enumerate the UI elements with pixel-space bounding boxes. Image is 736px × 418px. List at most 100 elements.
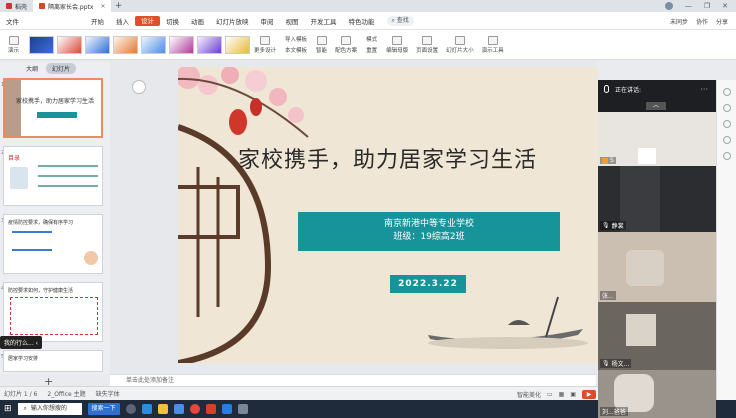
missing-font-button[interactable]: 缺失字体 [96,389,120,398]
meeting-icon[interactable] [221,404,232,414]
share-button[interactable]: 分享 [716,17,728,26]
design-theme-7[interactable] [197,35,223,54]
wps-icon[interactable] [205,404,216,414]
design-theme-3[interactable] [85,35,111,54]
edge-icon[interactable] [141,404,152,414]
search-input[interactable]: ⌕ 查找 [386,15,414,26]
slide-thumb-1[interactable]: 家校携手，助力居家学习生活 [3,78,103,138]
play-slideshow-button[interactable]: ▶ [582,389,596,399]
smart-beautify-button[interactable]: 智能美化 [517,390,541,399]
thumb-line [38,165,98,167]
tab-slides[interactable]: 幻灯片 [46,62,77,74]
menu-transitions[interactable]: 切换 [160,16,185,26]
menu-review[interactable]: 审阅 [255,16,280,26]
design-theme-8[interactable] [225,35,251,54]
slide-thumbnail-panel[interactable]: 1 家校携手，助力居家学习生活 2 目录 3 疫情防控要求，确保有序学习 4 防… [0,74,110,374]
menu-insert[interactable]: 插入 [110,16,135,26]
collab-button[interactable]: 协作 [696,17,708,26]
color-scheme-button[interactable]: 配色方案 [335,35,357,54]
cortana-icon[interactable] [125,404,136,414]
chrome-icon[interactable] [189,404,200,414]
home-icon [6,3,12,9]
thumb-line [38,185,98,187]
participant-video[interactable]: 张... [598,232,716,302]
taskbar-search-button[interactable]: 搜索一下 [87,403,120,415]
theme-name: 2_Office 主题 [47,391,86,398]
presentation-button[interactable]: 演示 [8,35,19,54]
slide-thumb-4[interactable]: 防控要求如何，守护健康生活 [3,282,103,342]
tool-icon[interactable] [722,152,731,160]
current-slide[interactable]: 家校携手，助力居家学习生活 南京新港中等专业学校 班级：19综高2班 2022.… [178,67,598,363]
page-setup-button[interactable]: 页面设置 [416,35,438,54]
user-avatar[interactable] [664,2,673,10]
more-icon[interactable]: ··· [700,85,708,94]
notes-field[interactable]: 单击此处添加备注 [110,374,596,386]
participant-video[interactable]: 🎙 静裳 [598,166,716,232]
show-tools-button[interactable]: 演示工具 [482,35,504,54]
menu-view[interactable]: 视图 [280,16,305,26]
smart-button[interactable]: 智能 [316,35,327,54]
speaking-label: 正在讲话: [615,86,642,94]
menu-slideshow[interactable]: 幻灯片放映 [210,16,255,26]
format-button[interactable]: 模式 [366,35,377,43]
menu-design[interactable]: 设计 [135,15,160,26]
participant-video[interactable]: S [598,112,716,166]
design-theme-5[interactable] [141,35,167,54]
more-design-button[interactable]: 更多设计 [254,35,276,54]
participant-name-tag: S [600,157,616,164]
placeholder-circle-icon[interactable] [132,80,146,94]
slide-date[interactable]: 2022.3.22 [390,275,466,293]
taskbar-search[interactable]: ⌕ 输入你想搜的 [17,403,82,415]
participant-name: 静裳 [611,223,624,230]
edit-master-button[interactable]: 编辑母版 [386,35,408,54]
slide-thumb-2[interactable]: 目录 [3,146,103,206]
import-template-button[interactable]: 导入模板 [285,35,307,43]
tab-pptx[interactable]: 隔离家长会.pptx ✕ [33,0,112,12]
tool-icon[interactable] [722,136,731,144]
participant-video[interactable]: 🎙 杨文... [598,302,716,370]
normal-view-icon[interactable]: ▭ [547,391,553,398]
tab-outline[interactable]: 大纲 [26,64,38,73]
thumb-title: 疫情防控要求，确保有序学习 [8,220,74,226]
menu-features[interactable]: 特色功能 [343,16,381,26]
tool-icon[interactable] [722,88,731,96]
design-theme-1[interactable] [29,35,55,54]
store-icon[interactable] [173,404,184,414]
status-right: 智能美化 ▭ ▦ ▣ ▶ [517,387,596,401]
slide-thumb-5[interactable]: 居家学习安排 [3,350,103,372]
tab-wps-home[interactable]: 稻壳 [0,0,33,12]
new-tab-button[interactable]: + [111,1,125,11]
design-theme-2[interactable] [57,35,83,54]
slide-title[interactable]: 家校携手，助力居家学习生活 [238,142,537,174]
participant-video[interactable]: 刘...爸爸 [598,370,716,418]
tool-icon[interactable] [722,120,731,128]
windows-start-icon[interactable]: ⊞ [4,404,12,414]
reset-button[interactable]: 重置 [366,46,377,54]
design-theme-6[interactable] [169,35,195,54]
collapse-chevron-icon[interactable]: ︿ [646,102,666,110]
school-info-box[interactable]: 南京新港中等专业学校 班级：19综高2班 [298,212,560,251]
thumb-box [10,297,98,335]
thumb-line [38,175,98,177]
restore-icon[interactable]: ❐ [704,2,710,10]
slide-size-button[interactable]: 幻灯片大小 [446,35,474,54]
close-tab-icon[interactable]: ✕ [100,3,105,10]
close-window-icon[interactable]: ✕ [722,2,728,10]
floating-tooltip[interactable]: 我的行么... ‹ [0,336,43,349]
chevron-left-icon[interactable]: ‹ [36,340,38,347]
minimize-icon[interactable]: — [685,2,692,10]
file-explorer-icon[interactable] [157,404,168,414]
slide-thumb-3[interactable]: 疫情防控要求，确保有序学习 [3,214,103,274]
menu-file[interactable]: 文件 [0,16,25,26]
reading-view-icon[interactable]: ▣ [570,391,576,398]
menu-home[interactable]: 开始 [85,16,110,26]
app-icon[interactable] [237,404,248,414]
design-theme-4[interactable] [113,35,139,54]
sorter-view-icon[interactable]: ▦ [559,391,565,398]
text-template-button[interactable]: 本文模板 [285,46,307,54]
menu-animations[interactable]: 动画 [185,16,210,26]
tool-icon[interactable] [722,104,731,112]
sync-status[interactable]: 未同步 [670,17,688,26]
participant-name-tag: 🎙 静裳 [600,221,626,230]
menu-developer[interactable]: 开发工具 [305,16,343,26]
